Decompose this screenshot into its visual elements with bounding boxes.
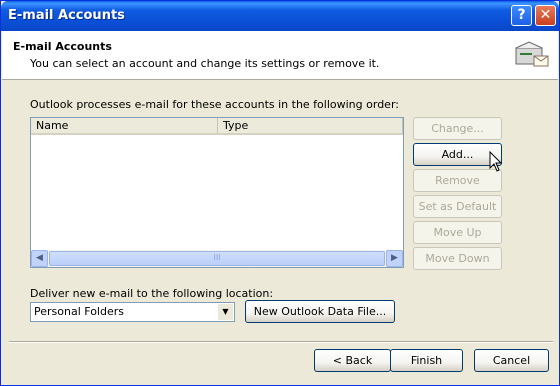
scroll-right-button[interactable]: ▶ xyxy=(386,250,403,267)
window-title: E-mail Accounts xyxy=(8,8,125,23)
delivery-location-value: Personal Folders xyxy=(34,305,124,318)
chevron-right-icon: ▶ xyxy=(391,253,398,263)
help-button[interactable]: ? xyxy=(511,5,532,26)
accounts-list[interactable]: Name Type ◀ III ▶ xyxy=(30,117,404,268)
change-button[interactable]: Change... xyxy=(413,117,502,140)
scroll-left-button[interactable]: ◀ xyxy=(31,250,48,267)
close-button[interactable]: ✕ xyxy=(535,5,556,26)
email-accounts-dialog: E-mail Accounts ? ✕ E-mail Accounts You … xyxy=(0,0,560,386)
title-bar: E-mail Accounts ? ✕ xyxy=(1,1,559,31)
cancel-button[interactable]: Cancel xyxy=(474,349,549,372)
set-as-default-button[interactable]: Set as Default xyxy=(413,195,502,218)
question-mark-icon: ? xyxy=(517,7,526,23)
chevron-left-icon: ◀ xyxy=(36,253,43,263)
move-up-button[interactable]: Move Up xyxy=(413,221,502,244)
horizontal-scrollbar[interactable]: ◀ III ▶ xyxy=(31,250,403,267)
grip-icon: III xyxy=(213,253,221,262)
header-title: E-mail Accounts xyxy=(13,40,112,53)
new-outlook-data-file-button[interactable]: New Outlook Data File... xyxy=(245,300,395,323)
mouse-pointer-icon xyxy=(489,151,503,172)
column-header-name[interactable]: Name xyxy=(31,118,218,135)
email-accounts-icon xyxy=(515,41,549,67)
delivery-location-select[interactable]: Personal Folders ▼ xyxy=(30,302,235,322)
delivery-location-label: Deliver new e-mail to the following loca… xyxy=(30,287,274,300)
scroll-thumb[interactable]: III xyxy=(49,251,385,266)
move-down-button[interactable]: Move Down xyxy=(413,247,502,270)
finish-button[interactable]: Finish xyxy=(390,349,463,372)
column-header-type[interactable]: Type xyxy=(218,118,403,135)
footer-separator xyxy=(9,341,553,343)
back-button[interactable]: < Back xyxy=(314,349,391,372)
header-subtitle: You can select an account and change its… xyxy=(30,57,380,70)
chevron-down-icon[interactable]: ▼ xyxy=(218,304,233,320)
header-panel: E-mail Accounts You can select an accoun… xyxy=(2,31,558,80)
account-order-label: Outlook processes e-mail for these accou… xyxy=(30,98,399,111)
close-icon: ✕ xyxy=(539,7,552,23)
